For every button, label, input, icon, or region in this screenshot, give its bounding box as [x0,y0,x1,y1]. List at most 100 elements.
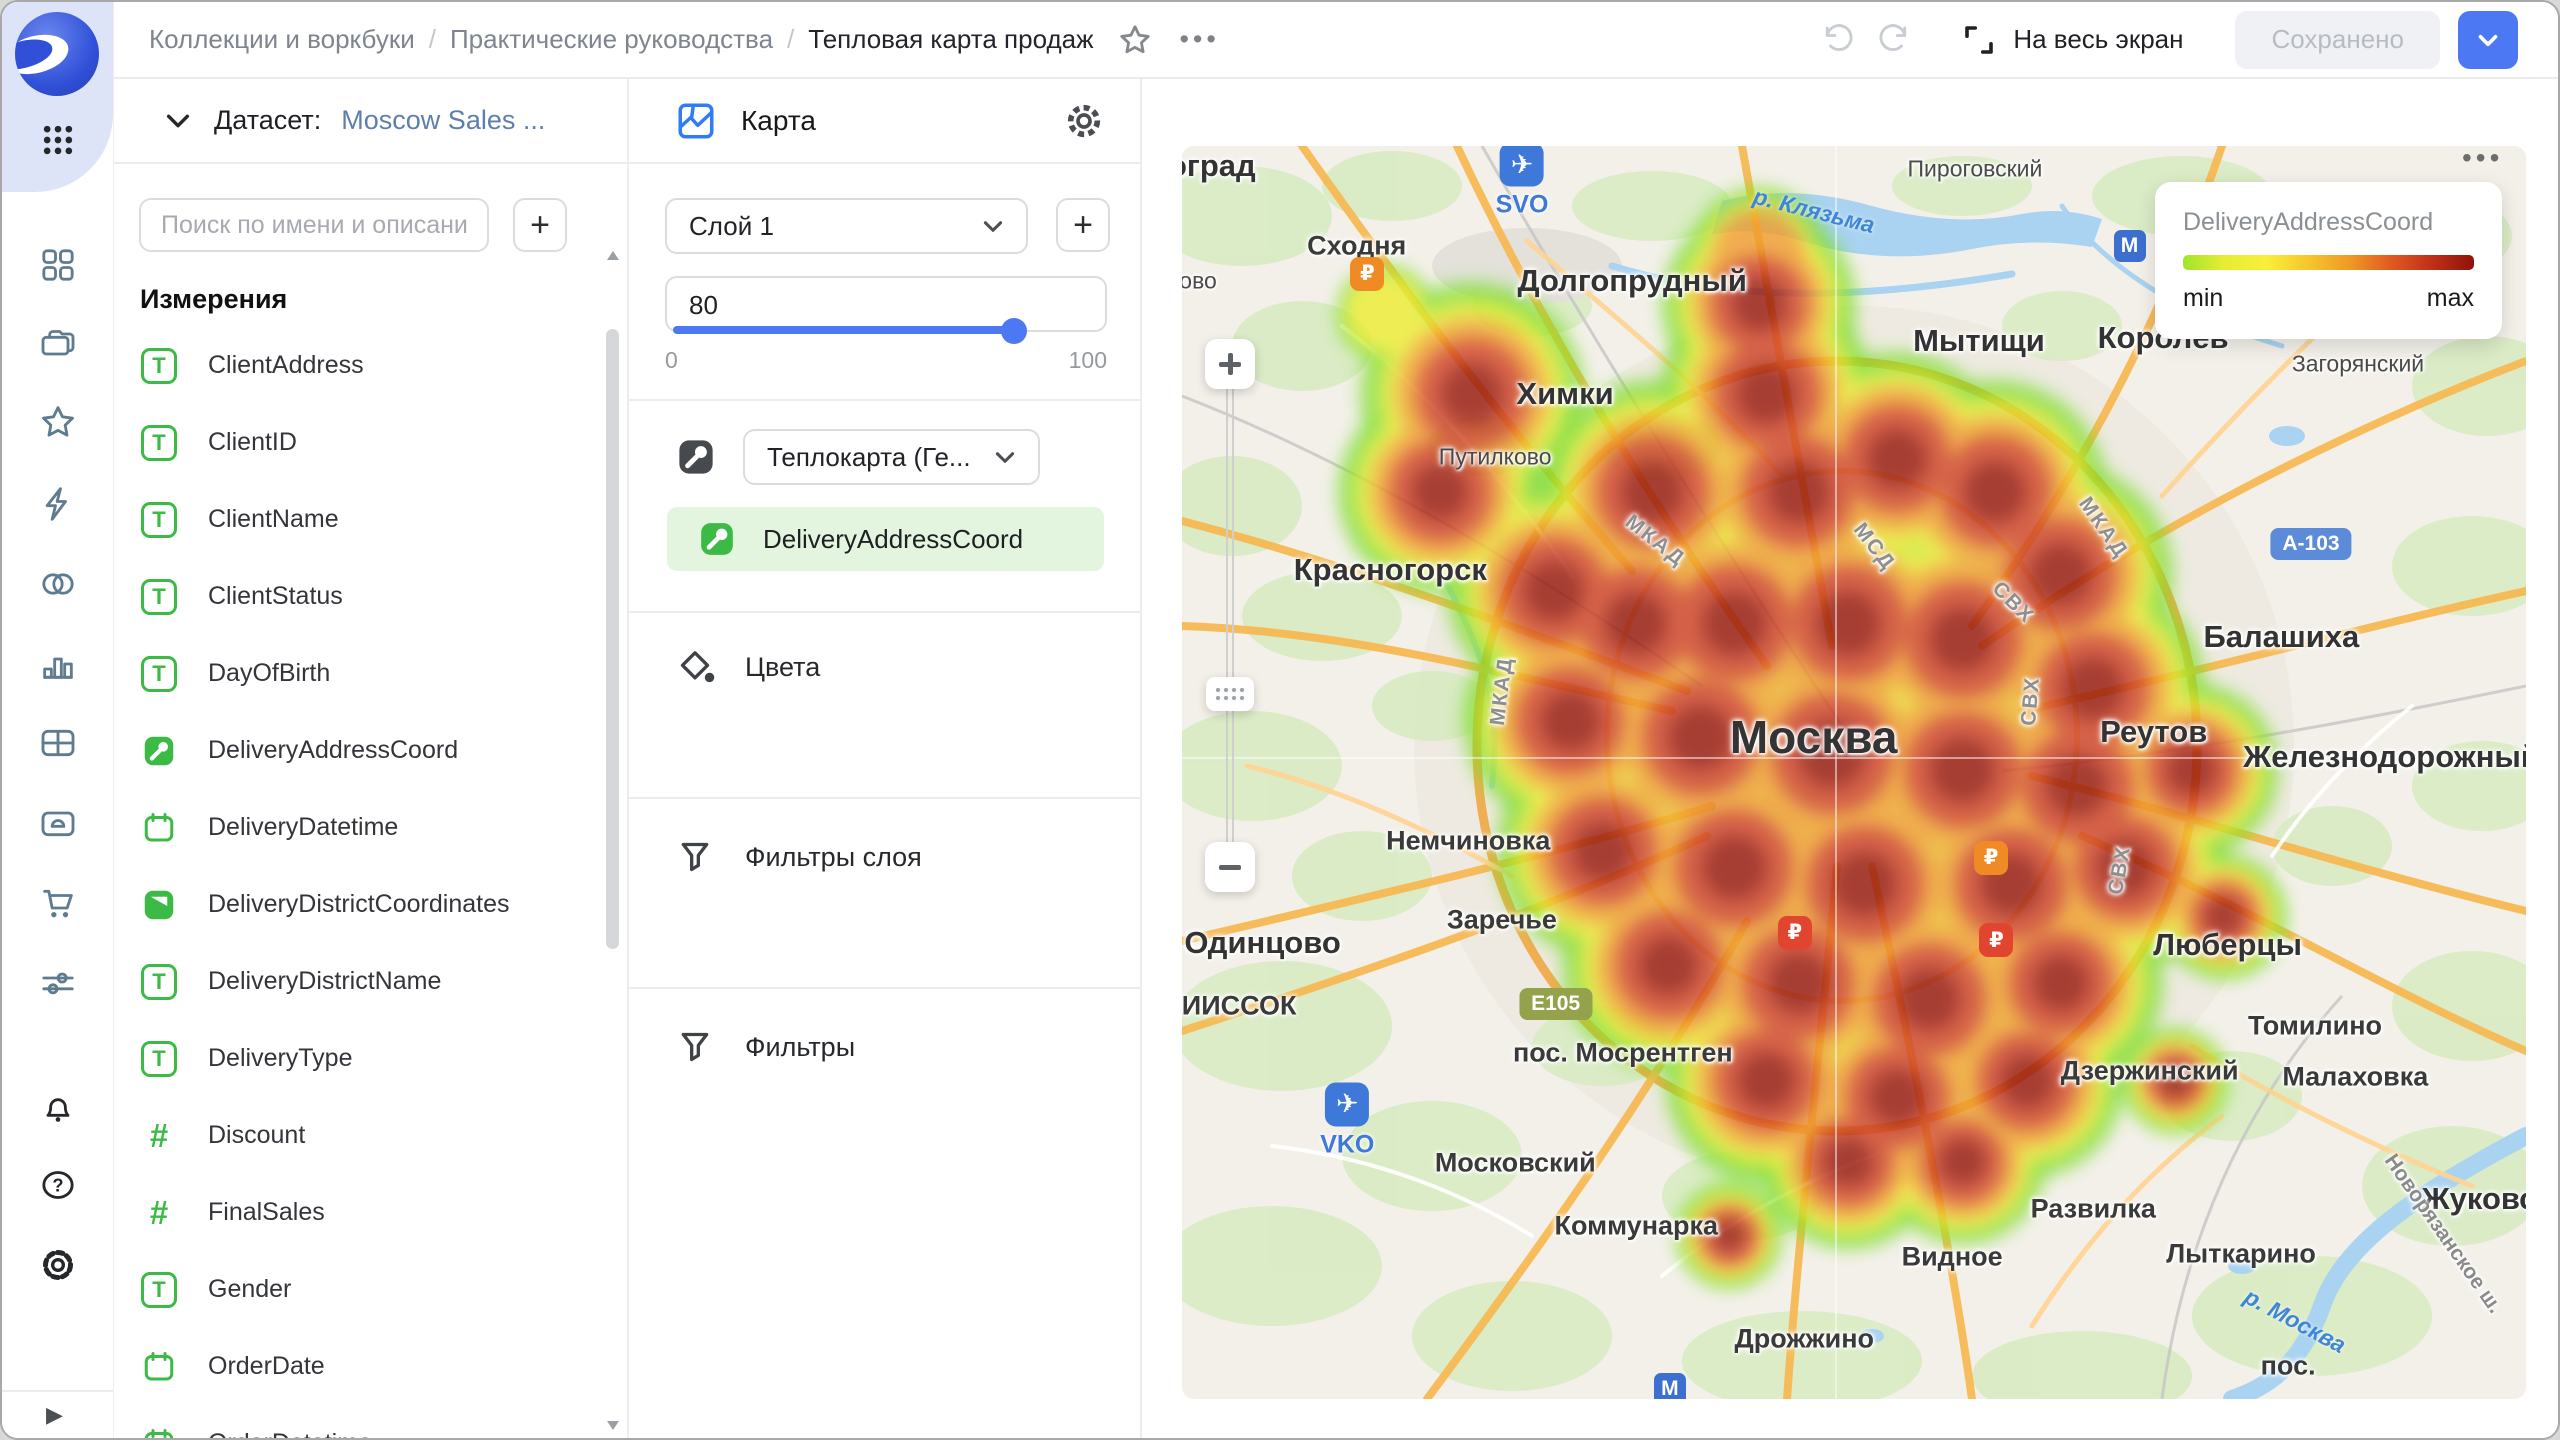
dataset-scrollbar[interactable] [605,251,621,1430]
field-row-OrderDatetime[interactable]: OrderDatetime [113,1405,603,1438]
field-label: FinalSales [208,1198,325,1227]
slider-knob[interactable] [1001,318,1027,344]
map-gridline [1182,757,2526,759]
field-label: DeliveryAddressCoord [208,736,458,765]
help-icon[interactable]: ? [38,1165,78,1205]
section-divider [629,987,1140,989]
expand-panel-icon[interactable]: ▶ [46,1402,63,1428]
search-input[interactable] [139,198,489,252]
field-label: ClientAddress [208,351,364,380]
scroll-down-icon[interactable] [607,1421,619,1430]
field-label: ClientID [208,428,297,457]
scroll-up-icon[interactable] [607,251,619,260]
dataset-header: Датасет: Moscow Sales ... [113,79,627,164]
legend-min-label: min [2183,284,2223,313]
apps-grid-icon[interactable] [38,120,78,160]
field-row-Discount[interactable]: #Discount [113,1097,603,1174]
save-dropdown-button[interactable] [2458,11,2518,69]
colors-section[interactable]: Цвета [675,647,820,687]
opacity-min-label: 0 [665,347,678,374]
ellipsis-icon[interactable]: ••• [1179,24,1219,55]
services-icon[interactable] [38,963,78,1003]
scrollbar-thumb[interactable] [606,329,619,949]
field-row-DeliveryDatetime[interactable]: DeliveryDatetime [113,789,603,866]
zoom-in-button[interactable] [1205,339,1255,389]
add-field-button[interactable]: + [513,198,567,252]
field-row-DeliveryAddressCoord[interactable]: DeliveryAddressCoord [113,712,603,789]
number-field-icon: # [140,1117,178,1155]
chevron-down-icon[interactable] [162,105,194,137]
geofield-chip[interactable]: DeliveryAddressCoord [667,507,1104,571]
svg-text:?: ? [52,1175,63,1196]
field-row-DeliveryDistrictCoordinates[interactable]: DeliveryDistrictCoordinates [113,866,603,943]
field-row-DeliveryType[interactable]: TDeliveryType [113,1020,603,1097]
datasets-icon[interactable] [38,723,78,763]
quick-actions-icon[interactable] [38,484,78,524]
opacity-slider[interactable] [673,326,1099,334]
dataset-label: Датасет: [214,105,321,136]
undo-icon[interactable] [1819,22,1855,58]
left-rail: ? ▶ [2,2,114,1438]
add-layer-button[interactable]: + [1056,198,1110,252]
saved-button[interactable]: Сохранено [2235,11,2440,69]
gear-icon[interactable] [1064,101,1104,141]
field-row-DeliveryDistrictName[interactable]: TDeliveryDistrictName [113,943,603,1020]
dashboards-icon[interactable] [38,245,78,285]
text-field-icon: T [140,578,178,616]
breadcrumb-guides[interactable]: Практические руководства [450,24,773,55]
map-canvas[interactable]: ЗеленоградПироговскийр. КлязьмаСходняёхо… [1182,146,2526,1399]
layer-select[interactable]: Слой 1 [665,198,1028,254]
geotype-select[interactable]: Теплокарта (Ге... [743,429,1040,485]
chevron-down-icon [2475,27,2501,53]
field-row-Gender[interactable]: TGender [113,1251,603,1328]
breadcrumb: Коллекции и воркбуки / Практические руко… [149,24,1093,55]
map-ellipsis-icon[interactable]: ••• [2462,146,2503,174]
settings-icon[interactable] [38,1245,78,1285]
dimensions-section-title: Измерения [140,284,287,315]
opacity-value: 80 [689,290,718,321]
text-field-icon: T [140,424,178,462]
collections-icon[interactable] [38,324,78,364]
section-divider [629,399,1140,401]
top-bar: Коллекции и воркбуки / Практические руко… [113,2,2558,79]
field-row-ClientID[interactable]: T ClientID [113,404,603,481]
opacity-control[interactable]: 80 [665,276,1107,332]
field-label: ClientStatus [208,582,343,611]
field-label: OrderDate [208,1352,325,1381]
fullscreen-icon [1961,22,1997,58]
fullscreen-label: На весь экран [2013,24,2183,55]
storage-icon[interactable] [38,803,78,843]
filters-section[interactable]: Фильтры [675,1027,855,1067]
redo-icon[interactable] [1877,22,1913,58]
breadcrumb-separator: / [429,24,436,55]
star-icon[interactable] [1117,22,1153,58]
layer-filters-section[interactable]: Фильтры слоя [675,837,922,877]
app-window: Коллекции и воркбуки / Практические руко… [0,0,2560,1440]
field-label: DeliveryType [208,1044,353,1073]
text-field-icon: T [140,1271,178,1309]
charts-icon[interactable] [38,644,78,684]
dataset-name-link[interactable]: Moscow Sales ... [341,105,545,136]
field-row-DayOfBirth[interactable]: TDayOfBirth [113,635,603,712]
marketplace-icon[interactable] [38,883,78,923]
field-label: ClientName [208,505,339,534]
favorites-icon[interactable] [38,402,78,442]
field-label: DeliveryDistrictCoordinates [208,890,509,919]
datalens-logo[interactable] [15,12,99,96]
field-row-ClientName[interactable]: TClientName [113,481,603,558]
field-row-FinalSales[interactable]: #FinalSales [113,1174,603,1251]
geopoint-icon [697,519,737,559]
paint-bucket-icon [675,647,715,687]
zoom-out-button[interactable] [1205,842,1255,892]
field-row-ClientAddress[interactable]: TClientAddress [113,327,603,404]
notifications-icon[interactable] [38,1087,78,1127]
field-list: TClientAddressTClientIDTClientNameTClien… [113,327,603,1438]
field-row-OrderDate[interactable]: OrderDate [113,1328,603,1405]
fullscreen-button[interactable]: На весь экран [1961,22,2183,58]
breadcrumb-collections[interactable]: Коллекции и воркбуки [149,24,415,55]
field-label: DeliveryDistrictName [208,967,441,996]
connections-icon[interactable] [38,564,78,604]
field-row-ClientStatus[interactable]: T ClientStatus [113,558,603,635]
geopoint-icon [675,436,717,478]
zoom-slider-handle[interactable] [1206,677,1254,711]
